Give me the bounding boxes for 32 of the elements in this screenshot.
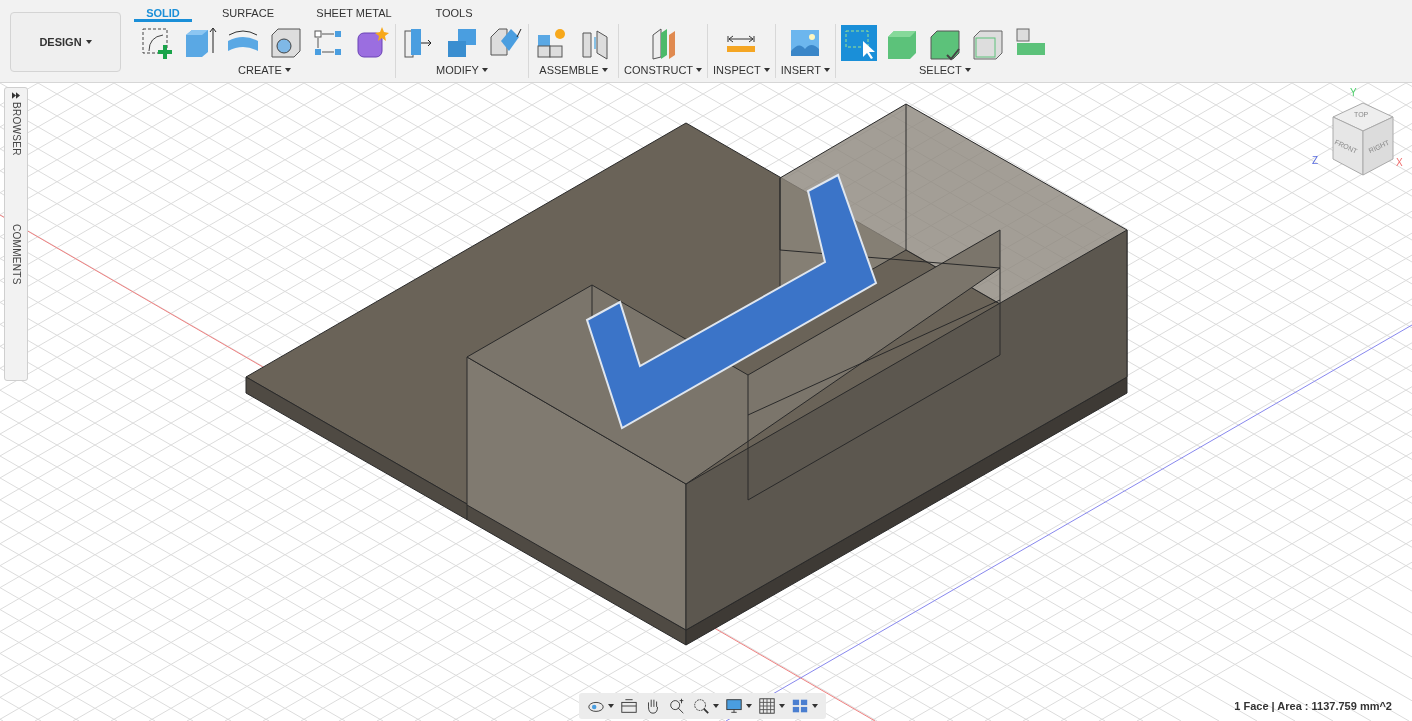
- caret-icon[interactable]: [746, 704, 752, 708]
- monitor-icon[interactable]: [725, 697, 743, 715]
- group-menu[interactable]: ASSEMBLE: [539, 64, 608, 76]
- form-icon[interactable]: [354, 25, 390, 61]
- group-menu[interactable]: INSPECT: [713, 64, 770, 76]
- group-menu[interactable]: MODIFY: [436, 64, 488, 76]
- zoom-icon[interactable]: [668, 697, 686, 715]
- hole-icon[interactable]: [268, 25, 304, 61]
- y-axis-label: Y: [1350, 87, 1357, 98]
- caret-icon[interactable]: [779, 704, 785, 708]
- z-axis-label: Z: [1312, 155, 1319, 166]
- zoom-fit-icon[interactable]: [692, 697, 710, 715]
- caret-icon[interactable]: [713, 704, 719, 708]
- grid-icon[interactable]: [758, 697, 776, 715]
- sketch-icon[interactable]: [139, 25, 175, 61]
- tab[interactable]: SHEET METAL: [304, 7, 404, 22]
- workspace-button[interactable]: DESIGN: [10, 12, 121, 72]
- browser-tab[interactable]: BROWSER: [6, 88, 26, 156]
- x-axis-label: X: [1396, 157, 1403, 168]
- expand-icon: [12, 92, 20, 99]
- tab[interactable]: TOOLS: [404, 7, 504, 22]
- group-menu[interactable]: INSERT: [780, 64, 830, 76]
- comments-tab[interactable]: COMMENTS: [6, 219, 26, 285]
- tab[interactable]: SURFACE: [192, 7, 304, 22]
- status-text: 1 Face | Area : 1137.759 mm^2: [1234, 700, 1392, 712]
- group-menu[interactable]: CREATE: [238, 64, 291, 76]
- window-select-icon[interactable]: [840, 25, 877, 61]
- group-menu[interactable]: CONSTRUCT: [624, 64, 703, 76]
- group-menu[interactable]: SELECT: [919, 64, 971, 76]
- look-at-icon[interactable]: [620, 697, 638, 715]
- caret-icon[interactable]: [608, 704, 614, 708]
- caret-icon[interactable]: [812, 704, 818, 708]
